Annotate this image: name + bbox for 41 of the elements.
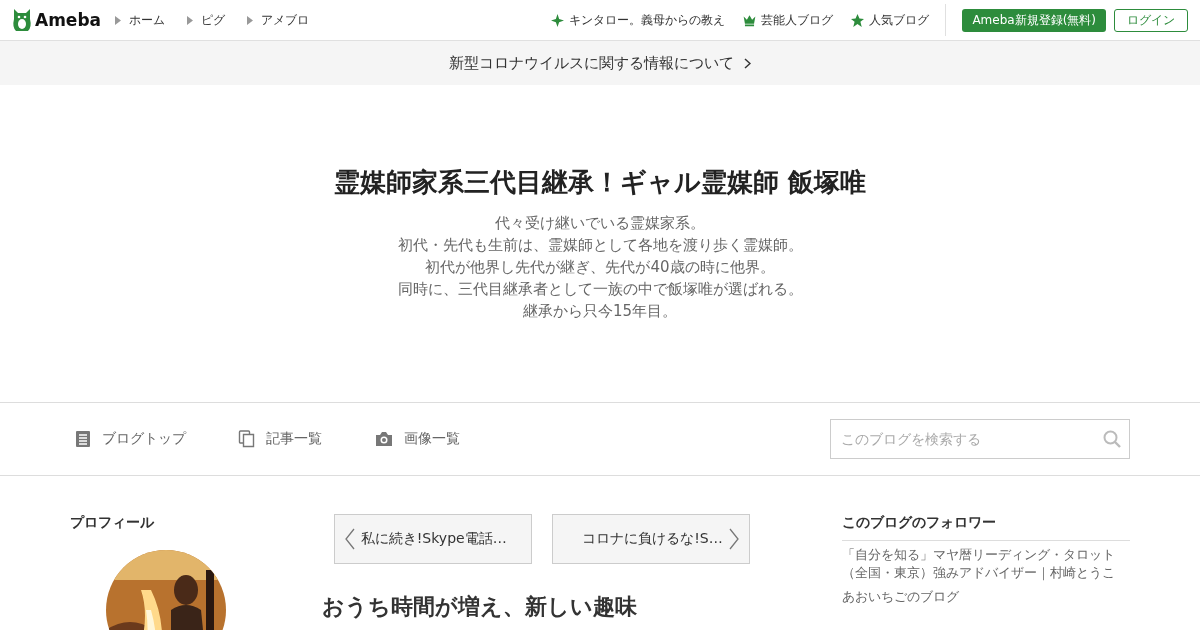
blog-nav-link[interactable]: 記事一覧	[266, 430, 322, 448]
header-link[interactable]: 芸能人ブログ	[761, 11, 834, 29]
login-button[interactable]: ログイン	[1114, 8, 1188, 32]
chevron-right-icon	[728, 528, 739, 550]
logo-text[interactable]: Ameba	[35, 10, 102, 30]
notice-link[interactable]: 新型コロナウイルスに関する情報について	[449, 53, 734, 73]
blog-nav-link[interactable]: 画像一覧	[404, 430, 460, 448]
search-icon[interactable]	[1103, 430, 1121, 448]
search-field[interactable]: このブログを検索する	[830, 419, 1130, 459]
star-icon	[851, 13, 865, 27]
crown-icon	[743, 13, 757, 27]
signup-button[interactable]: Ameba新規登録(無料)	[962, 8, 1106, 32]
follower-link[interactable]: あおいちごのブログ	[842, 588, 1130, 606]
next-article-button[interactable]: コロナに負けるな!S…	[551, 514, 750, 564]
blog-description: 継承から只今15年目。	[522, 301, 678, 322]
nav-link[interactable]: ホーム	[129, 11, 166, 29]
nav-link[interactable]: アメブロ	[261, 11, 310, 29]
header-link[interactable]: 人気ブログ	[869, 11, 930, 29]
document-icon	[74, 430, 92, 448]
caret-icon	[115, 15, 122, 25]
logo-icon	[12, 7, 32, 33]
caret-icon	[247, 15, 254, 25]
follower-link[interactable]: 「自分を知る」マヤ暦リーディング・タロット（全国・東京）強みアドバイザー｜村崎とうこ	[842, 546, 1130, 582]
caret-icon	[187, 15, 194, 25]
blog-description: 代々受け継いでいる霊媒家系。	[495, 213, 705, 234]
blog-description: 同時に、三代目継承者として一族の中で飯塚唯が選ばれる。	[397, 279, 803, 300]
profile-heading: プロフィール	[70, 514, 154, 532]
copy-icon	[238, 430, 256, 448]
camera-icon	[374, 430, 394, 448]
followers-heading: このブログのフォロワー	[842, 514, 1130, 541]
blog-description: 初代が他界し先代が継ぎ、先代が40歳の時に他界。	[425, 257, 775, 278]
blog-description: 初代・先代も生前は、霊媒師として各地を渡り歩く霊媒師。	[397, 235, 803, 256]
blog-title: 霊媒師家系三代目継承！ギャル霊媒師 飯塚唯	[333, 166, 867, 199]
article-title: おうち時間が増え、新しい趣味	[321, 594, 638, 620]
nav-link[interactable]: ピグ	[201, 11, 226, 29]
chevron-right-icon	[744, 57, 751, 69]
sparkle-icon	[551, 13, 565, 27]
chevron-left-icon	[344, 528, 355, 550]
blog-nav-link[interactable]: ブログトップ	[102, 430, 186, 448]
header-link[interactable]: キンタロー。義母からの教え	[569, 11, 726, 29]
previous-article-button[interactable]: 私に続き!Skype電話…	[333, 514, 532, 564]
